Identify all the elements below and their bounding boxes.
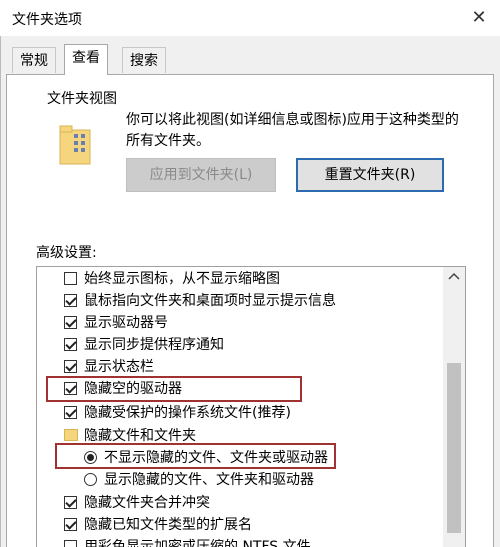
scrollbar-thumb[interactable] bbox=[447, 363, 461, 533]
vertical-scrollbar[interactable] bbox=[443, 267, 465, 547]
tab-view[interactable]: 查看 bbox=[64, 44, 108, 75]
title-bar: 文件夹选项 ✕ bbox=[0, 0, 500, 36]
tab-search[interactable]: 搜索 bbox=[122, 47, 166, 73]
list-item[interactable]: 显示驱动器号 bbox=[37, 312, 447, 334]
radio-button[interactable] bbox=[84, 473, 97, 486]
list-item[interactable]: 始终显示图标，从不显示缩略图 bbox=[37, 268, 447, 290]
list-item-label: 隐藏已知文件类型的扩展名 bbox=[84, 517, 252, 533]
list-item[interactable]: 用彩色显示加密或压缩的 NTFS 文件 bbox=[37, 536, 447, 547]
list-item-label: 隐藏文件夹合并冲突 bbox=[84, 495, 210, 511]
folder-icon bbox=[59, 125, 91, 165]
list-item-label: 鼠标指向文件夹和桌面项时显示提示信息 bbox=[84, 293, 336, 309]
list-item-label: 隐藏空的驱动器 bbox=[84, 381, 182, 397]
list-item[interactable]: 不显示隐藏的文件、文件夹或驱动器 bbox=[37, 447, 447, 469]
list-item-label: 不显示隐藏的文件、文件夹或驱动器 bbox=[104, 450, 328, 466]
checkbox[interactable] bbox=[64, 406, 77, 419]
list-item-label: 始终显示图标，从不显示缩略图 bbox=[84, 271, 280, 287]
checkbox[interactable] bbox=[64, 382, 77, 395]
folder-view-description: 你可以将此视图(如详细信息或图标)应用于这种类型的所有文件夹。 bbox=[126, 112, 459, 149]
checkbox[interactable] bbox=[64, 294, 77, 307]
list-item[interactable]: 隐藏空的驱动器 bbox=[37, 378, 447, 400]
checkbox[interactable] bbox=[64, 518, 77, 531]
list-item[interactable]: 显示状态栏 bbox=[37, 356, 447, 378]
checkbox[interactable] bbox=[64, 360, 77, 373]
checkbox[interactable] bbox=[64, 272, 77, 285]
chevron-up-icon[interactable] bbox=[448, 271, 460, 281]
list-item[interactable]: 隐藏受保护的操作系统文件(推荐) bbox=[37, 402, 447, 424]
list-item-label: 显示驱动器号 bbox=[84, 315, 168, 331]
close-icon[interactable]: ✕ bbox=[466, 4, 492, 32]
advanced-settings-label: 高级设置: bbox=[36, 245, 97, 261]
radio-button[interactable] bbox=[84, 451, 97, 464]
checkbox[interactable] bbox=[64, 316, 77, 329]
list-item[interactable]: 隐藏已知文件类型的扩展名 bbox=[37, 514, 447, 536]
tab-general[interactable]: 常规 bbox=[12, 47, 56, 73]
list-item: 隐藏文件和文件夹 bbox=[37, 425, 447, 447]
list-item-label: 隐藏受保护的操作系统文件(推荐) bbox=[84, 405, 291, 421]
reset-folders-button[interactable]: 重置文件夹(R) bbox=[296, 158, 444, 192]
list-item-label: 用彩色显示加密或压缩的 NTFS 文件 bbox=[84, 539, 311, 547]
checkbox[interactable] bbox=[64, 338, 77, 351]
window-title: 文件夹选项 bbox=[12, 12, 82, 28]
list-item[interactable]: 显示同步提供程序通知 bbox=[37, 334, 447, 356]
list-item-label: 显示同步提供程序通知 bbox=[84, 337, 224, 353]
list-item-label: 显示状态栏 bbox=[84, 359, 154, 375]
list-item-label: 显示隐藏的文件、文件夹和驱动器 bbox=[104, 472, 314, 488]
folder-icon bbox=[64, 429, 78, 441]
list-item[interactable]: 鼠标指向文件夹和桌面项时显示提示信息 bbox=[37, 290, 447, 312]
advanced-settings-list[interactable]: 始终显示图标，从不显示缩略图 鼠标指向文件夹和桌面项时显示提示信息 显示驱动器号… bbox=[36, 266, 466, 547]
checkbox[interactable] bbox=[64, 496, 77, 509]
folder-view-legend: 文件夹视图 bbox=[45, 88, 119, 108]
checkbox[interactable] bbox=[64, 540, 77, 547]
list-item[interactable]: 隐藏文件夹合并冲突 bbox=[37, 492, 447, 514]
list-item-label: 隐藏文件和文件夹 bbox=[84, 428, 196, 444]
apply-to-folders-button[interactable]: 应用到文件夹(L) bbox=[126, 158, 276, 192]
list-item[interactable]: 显示隐藏的文件、文件夹和驱动器 bbox=[37, 469, 447, 491]
